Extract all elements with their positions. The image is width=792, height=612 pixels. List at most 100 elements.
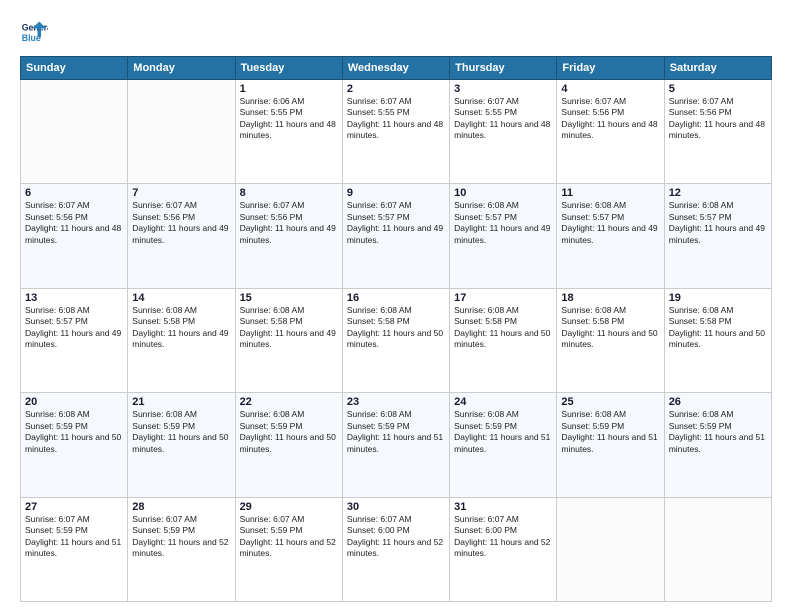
day-info: Sunrise: 6:07 AM Sunset: 5:56 PM Dayligh…	[561, 96, 659, 142]
day-info: Sunrise: 6:08 AM Sunset: 5:57 PM Dayligh…	[25, 305, 123, 351]
day-number: 23	[347, 396, 445, 408]
calendar-cell: 2Sunrise: 6:07 AM Sunset: 5:55 PM Daylig…	[342, 80, 449, 184]
day-number: 2	[347, 83, 445, 95]
day-info: Sunrise: 6:08 AM Sunset: 5:59 PM Dayligh…	[240, 409, 338, 455]
logo-icon: General Blue	[20, 18, 48, 46]
day-number: 4	[561, 83, 659, 95]
calendar-cell: 4Sunrise: 6:07 AM Sunset: 5:56 PM Daylig…	[557, 80, 664, 184]
day-info: Sunrise: 6:07 AM Sunset: 6:00 PM Dayligh…	[347, 514, 445, 560]
day-info: Sunrise: 6:08 AM Sunset: 5:59 PM Dayligh…	[454, 409, 552, 455]
calendar-cell: 19Sunrise: 6:08 AM Sunset: 5:58 PM Dayli…	[664, 288, 771, 392]
day-info: Sunrise: 6:07 AM Sunset: 5:57 PM Dayligh…	[347, 200, 445, 246]
calendar-cell: 22Sunrise: 6:08 AM Sunset: 5:59 PM Dayli…	[235, 393, 342, 497]
day-info: Sunrise: 6:07 AM Sunset: 5:55 PM Dayligh…	[454, 96, 552, 142]
page-header: General Blue	[20, 18, 772, 46]
calendar-cell: 25Sunrise: 6:08 AM Sunset: 5:59 PM Dayli…	[557, 393, 664, 497]
day-info: Sunrise: 6:08 AM Sunset: 5:58 PM Dayligh…	[240, 305, 338, 351]
day-number: 15	[240, 292, 338, 304]
calendar-cell: 26Sunrise: 6:08 AM Sunset: 5:59 PM Dayli…	[664, 393, 771, 497]
calendar-week-5: 27Sunrise: 6:07 AM Sunset: 5:59 PM Dayli…	[21, 497, 772, 601]
calendar-cell: 29Sunrise: 6:07 AM Sunset: 5:59 PM Dayli…	[235, 497, 342, 601]
day-number: 8	[240, 187, 338, 199]
day-info: Sunrise: 6:08 AM Sunset: 5:59 PM Dayligh…	[132, 409, 230, 455]
calendar-cell	[21, 80, 128, 184]
day-info: Sunrise: 6:06 AM Sunset: 5:55 PM Dayligh…	[240, 96, 338, 142]
weekday-header-monday: Monday	[128, 57, 235, 80]
day-info: Sunrise: 6:08 AM Sunset: 5:58 PM Dayligh…	[132, 305, 230, 351]
day-info: Sunrise: 6:08 AM Sunset: 5:58 PM Dayligh…	[669, 305, 767, 351]
calendar-cell: 15Sunrise: 6:08 AM Sunset: 5:58 PM Dayli…	[235, 288, 342, 392]
day-number: 28	[132, 501, 230, 513]
day-info: Sunrise: 6:07 AM Sunset: 5:56 PM Dayligh…	[240, 200, 338, 246]
day-info: Sunrise: 6:07 AM Sunset: 5:59 PM Dayligh…	[240, 514, 338, 560]
day-number: 10	[454, 187, 552, 199]
calendar-cell: 9Sunrise: 6:07 AM Sunset: 5:57 PM Daylig…	[342, 184, 449, 288]
calendar-cell: 5Sunrise: 6:07 AM Sunset: 5:56 PM Daylig…	[664, 80, 771, 184]
calendar-cell: 31Sunrise: 6:07 AM Sunset: 6:00 PM Dayli…	[450, 497, 557, 601]
calendar-cell: 18Sunrise: 6:08 AM Sunset: 5:58 PM Dayli…	[557, 288, 664, 392]
day-number: 24	[454, 396, 552, 408]
day-number: 30	[347, 501, 445, 513]
calendar-cell	[128, 80, 235, 184]
calendar-cell	[664, 497, 771, 601]
calendar-cell: 17Sunrise: 6:08 AM Sunset: 5:58 PM Dayli…	[450, 288, 557, 392]
day-number: 9	[347, 187, 445, 199]
day-number: 11	[561, 187, 659, 199]
weekday-header-saturday: Saturday	[664, 57, 771, 80]
day-number: 22	[240, 396, 338, 408]
calendar-cell: 10Sunrise: 6:08 AM Sunset: 5:57 PM Dayli…	[450, 184, 557, 288]
day-info: Sunrise: 6:08 AM Sunset: 5:58 PM Dayligh…	[454, 305, 552, 351]
logo: General Blue	[20, 18, 48, 46]
day-info: Sunrise: 6:08 AM Sunset: 5:58 PM Dayligh…	[561, 305, 659, 351]
calendar-cell: 24Sunrise: 6:08 AM Sunset: 5:59 PM Dayli…	[450, 393, 557, 497]
day-info: Sunrise: 6:08 AM Sunset: 5:59 PM Dayligh…	[347, 409, 445, 455]
day-number: 7	[132, 187, 230, 199]
day-number: 17	[454, 292, 552, 304]
day-info: Sunrise: 6:08 AM Sunset: 5:59 PM Dayligh…	[561, 409, 659, 455]
day-info: Sunrise: 6:07 AM Sunset: 5:56 PM Dayligh…	[132, 200, 230, 246]
calendar-cell: 28Sunrise: 6:07 AM Sunset: 5:59 PM Dayli…	[128, 497, 235, 601]
day-number: 26	[669, 396, 767, 408]
calendar-cell	[557, 497, 664, 601]
weekday-header-sunday: Sunday	[21, 57, 128, 80]
day-info: Sunrise: 6:08 AM Sunset: 5:57 PM Dayligh…	[454, 200, 552, 246]
calendar-cell: 6Sunrise: 6:07 AM Sunset: 5:56 PM Daylig…	[21, 184, 128, 288]
calendar-cell: 8Sunrise: 6:07 AM Sunset: 5:56 PM Daylig…	[235, 184, 342, 288]
calendar-cell: 7Sunrise: 6:07 AM Sunset: 5:56 PM Daylig…	[128, 184, 235, 288]
calendar-cell: 30Sunrise: 6:07 AM Sunset: 6:00 PM Dayli…	[342, 497, 449, 601]
day-info: Sunrise: 6:08 AM Sunset: 5:57 PM Dayligh…	[669, 200, 767, 246]
day-number: 1	[240, 83, 338, 95]
day-info: Sunrise: 6:07 AM Sunset: 6:00 PM Dayligh…	[454, 514, 552, 560]
weekday-header-wednesday: Wednesday	[342, 57, 449, 80]
calendar-cell: 23Sunrise: 6:08 AM Sunset: 5:59 PM Dayli…	[342, 393, 449, 497]
day-number: 21	[132, 396, 230, 408]
calendar-cell: 12Sunrise: 6:08 AM Sunset: 5:57 PM Dayli…	[664, 184, 771, 288]
day-info: Sunrise: 6:07 AM Sunset: 5:59 PM Dayligh…	[25, 514, 123, 560]
calendar-cell: 11Sunrise: 6:08 AM Sunset: 5:57 PM Dayli…	[557, 184, 664, 288]
calendar-week-3: 13Sunrise: 6:08 AM Sunset: 5:57 PM Dayli…	[21, 288, 772, 392]
day-info: Sunrise: 6:08 AM Sunset: 5:59 PM Dayligh…	[669, 409, 767, 455]
day-number: 13	[25, 292, 123, 304]
day-number: 3	[454, 83, 552, 95]
day-info: Sunrise: 6:07 AM Sunset: 5:56 PM Dayligh…	[669, 96, 767, 142]
day-info: Sunrise: 6:07 AM Sunset: 5:55 PM Dayligh…	[347, 96, 445, 142]
day-number: 29	[240, 501, 338, 513]
day-number: 18	[561, 292, 659, 304]
day-number: 27	[25, 501, 123, 513]
weekday-header-row: SundayMondayTuesdayWednesdayThursdayFrid…	[21, 57, 772, 80]
day-number: 19	[669, 292, 767, 304]
calendar-week-1: 1Sunrise: 6:06 AM Sunset: 5:55 PM Daylig…	[21, 80, 772, 184]
day-number: 12	[669, 187, 767, 199]
weekday-header-tuesday: Tuesday	[235, 57, 342, 80]
calendar-week-2: 6 Sunrise: 6:07 AM Sunset: 5:56 PM Daylig…	[21, 184, 772, 288]
day-number: 5	[669, 83, 767, 95]
day-number: 20	[25, 396, 123, 408]
day-number: 14	[132, 292, 230, 304]
day-number: 6	[25, 187, 123, 199]
calendar-cell: 14Sunrise: 6:08 AM Sunset: 5:58 PM Dayli…	[128, 288, 235, 392]
weekday-header-thursday: Thursday	[450, 57, 557, 80]
calendar-cell: 21Sunrise: 6:08 AM Sunset: 5:59 PM Dayli…	[128, 393, 235, 497]
calendar-cell: 20Sunrise: 6:08 AM Sunset: 5:59 PM Dayli…	[21, 393, 128, 497]
day-info: Sunrise: 6:07 AM Sunset: 5:59 PM Dayligh…	[132, 514, 230, 560]
calendar-cell: 3Sunrise: 6:07 AM Sunset: 5:55 PM Daylig…	[450, 80, 557, 184]
